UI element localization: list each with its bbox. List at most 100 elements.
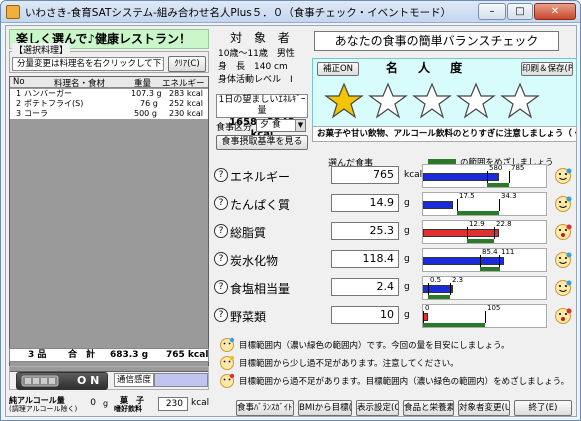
row-weight: 76 g	[140, 99, 158, 108]
print-button[interactable]: 印刷＆保存(P)	[521, 62, 573, 76]
hint-text: 分量変更は料理名を右クリックして下さい	[12, 57, 164, 71]
nutrient-value: 118.4	[331, 250, 399, 268]
maximize-button[interactable]: □	[507, 3, 533, 20]
exit-button[interactable]: 終了(E)	[514, 400, 572, 416]
help-icon[interactable]: ?	[214, 308, 228, 322]
on-toggle[interactable]: O N	[16, 372, 108, 390]
nutrient-row: ? 食塩相当量 2.4 g 0.5 2.3	[214, 276, 579, 300]
range-min-tick	[428, 283, 429, 295]
sad-face-icon	[555, 224, 572, 240]
on-label: O N	[77, 374, 100, 387]
alcohol-value: 0	[90, 398, 96, 408]
adjust-button[interactable]: 補正ON	[317, 62, 359, 76]
alcohol-sub: (調理アルコール除く)	[9, 405, 78, 413]
help-icon[interactable]: ?	[214, 224, 228, 238]
help-icon[interactable]: ?	[214, 196, 228, 210]
warning-text: お菓子や甘い飲物、アルコール飲料のとりすぎに注意しましょう（・・；）	[312, 126, 577, 142]
change-subject-button[interactable]: 対象者変更(U)	[458, 400, 510, 416]
meal-type-value: 夕 食	[260, 120, 281, 130]
help-icon[interactable]: ?	[214, 168, 228, 182]
nutrient-value: 14.9	[331, 194, 399, 212]
table-row[interactable]: 3 コーラ 500 g 230 kcal	[10, 109, 208, 119]
table-header: No 料理名・食材 重量 エネルギー	[10, 77, 208, 89]
value-bar	[423, 229, 499, 237]
range-max-tick	[494, 227, 495, 239]
chevron-down-icon: ▼	[295, 120, 305, 131]
nutrient-bar-chart: 17.5 34.3	[422, 192, 547, 216]
star-filled-icon	[324, 82, 364, 119]
range-min-label: 0.5	[430, 276, 442, 284]
meal-type-select[interactable]: 夕 食 ▼	[256, 119, 306, 132]
nutrient-bar-chart: 85.4 111	[422, 248, 547, 272]
nutrient-unit: g	[404, 282, 410, 292]
happy-face-icon	[220, 337, 235, 352]
balance-guide-button[interactable]: 食事ﾊﾞﾗﾝｽｶﾞｲﾄﾞ	[236, 400, 294, 416]
nutrient-row: ? 野菜類 10 g 0 105	[214, 304, 579, 328]
range-min-tick	[480, 255, 481, 267]
row-name: コーラ	[24, 109, 48, 118]
range-min-label: 17.5	[459, 192, 475, 200]
nutrient-name: 総脂質	[230, 226, 267, 240]
food-nutrient-button[interactable]: 食品と栄養素(S)	[403, 400, 454, 416]
nutrient-row: ? 炭水化物 118.4 g 85.4 111	[214, 248, 579, 272]
device-icon	[21, 375, 59, 387]
nutrient-name: 炭水化物	[230, 254, 279, 268]
table-row[interactable]: 2 ポテトフライ(S) 76 g 252 kcal	[10, 99, 208, 109]
range-max-tick	[509, 171, 510, 183]
row-name: ポテトフライ(S)	[24, 99, 84, 108]
star-empty-icon	[368, 82, 408, 119]
nutrient-row: ? 総脂質 25.3 g 12.9 22.8	[214, 220, 579, 244]
bmi-target-button[interactable]: BMIから目標(B)	[298, 400, 352, 416]
help-icon[interactable]: ?	[214, 252, 228, 266]
client-area: 楽しく選んで♪健康レストラン！ 【選択料理】 分量変更は料理名を右クリックして下…	[5, 25, 577, 417]
display-settings-button[interactable]: 表示設定(O)	[356, 400, 399, 416]
nutrient-value: 2.4	[331, 278, 399, 296]
help-icon[interactable]: ?	[214, 280, 228, 294]
col-name: 料理名・食材	[54, 79, 106, 89]
nutrient-name: エネルギー	[230, 170, 291, 184]
dish-table[interactable]: No 料理名・食材 重量 エネルギー 1 ハンバーガー 107.3 g 283 …	[9, 76, 209, 372]
standard-button[interactable]: 食事摂取基準を見る	[216, 135, 308, 150]
legend-text: 目標範囲から過不足があります。目標範囲内（濃い緑色の範囲内）をめざしましょう。	[239, 377, 570, 387]
app-window: いわさき-食育SATシステム-組み合わせ名人Plus５．０（食事チェック・イベン…	[0, 0, 581, 421]
target-range-bar	[467, 239, 494, 243]
happy-face-icon	[555, 196, 572, 212]
nutrient-row: ? エネルギー 765 kcal 580 785	[214, 164, 579, 188]
nutrient-bar-chart: 580 785	[422, 164, 547, 188]
nutrient-bar-chart: 0 105	[422, 304, 547, 328]
minimize-button[interactable]: –	[478, 3, 506, 20]
star-empty-icon	[500, 82, 540, 119]
row-energy: 230 kcal	[169, 109, 203, 118]
selected-dishes-label: 【選択料理】	[12, 43, 71, 56]
target-range-bar	[480, 267, 500, 271]
clear-button[interactable]: ｸﾘｱ(C)	[168, 56, 206, 72]
range-max-tick	[450, 283, 451, 295]
range-max-label: 2.3	[452, 276, 464, 284]
legend-text: 目標範囲内（濃い緑色の範囲内）です。今回の量を目安にしましょう。	[239, 341, 510, 351]
row-weight: 500 g	[134, 109, 157, 118]
subject-activity: 身体活動レベル Ⅰ	[218, 75, 293, 85]
nutrient-bar-chart: 12.9 22.8	[422, 220, 547, 244]
value-bar	[423, 201, 453, 209]
total-weight: 683.3 g	[110, 350, 149, 360]
star-empty-icon	[456, 82, 496, 119]
nutrient-bar-chart: 0.5 2.3	[422, 276, 547, 300]
happy-face-icon	[555, 252, 572, 268]
nutrient-unit: g	[404, 310, 410, 320]
table-row[interactable]: 1 ハンバーガー 107.3 g 283 kcal	[10, 89, 208, 99]
target-range-bar	[487, 183, 509, 187]
range-min-label: 0	[425, 304, 430, 312]
range-min-tick	[487, 171, 488, 183]
range-min-tick	[457, 199, 458, 211]
nutrient-row: ? たんぱく質 14.9 g 17.5 34.3	[214, 192, 579, 216]
meal-type-label: 食事区分	[216, 123, 253, 133]
alcohol-unit: g	[103, 399, 109, 408]
range-max-label: 111	[501, 248, 515, 256]
range-min-tick	[423, 311, 424, 323]
desired-energy-box: 1日の望ましいｴﾈﾙｷﾞｰ量 1658～2243 kcal	[216, 94, 308, 140]
row-no: 1	[16, 89, 22, 98]
sad-face-icon	[220, 373, 235, 388]
nutrient-unit: g	[404, 226, 410, 236]
close-button[interactable]: ✕	[534, 3, 576, 20]
col-energy: エネルギー	[162, 79, 205, 89]
